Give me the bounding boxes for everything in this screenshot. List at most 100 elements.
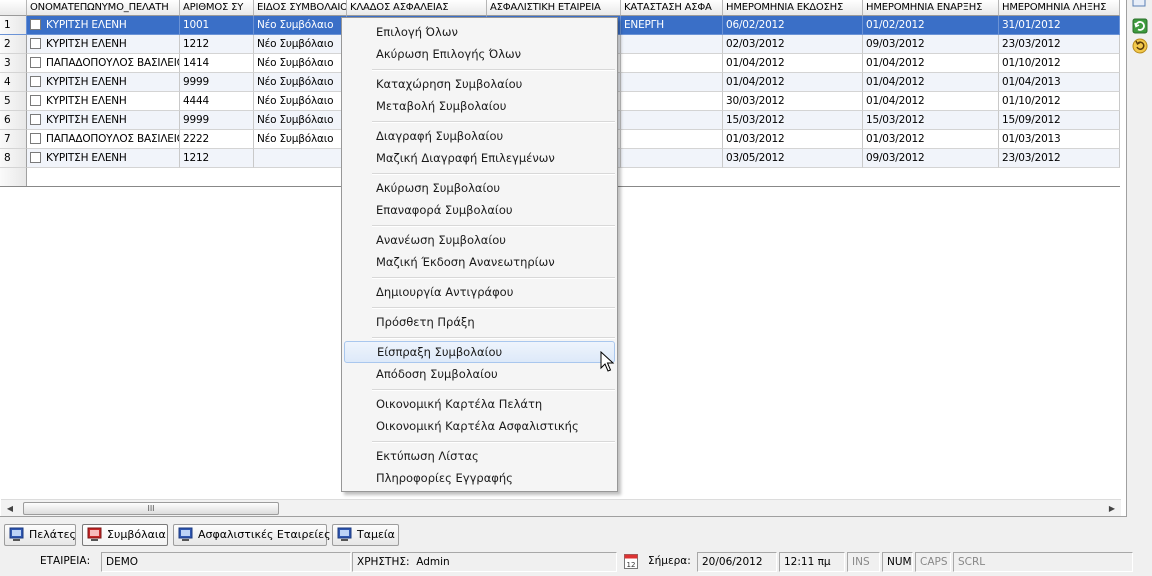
status-cell[interactable]: ΕΝΕΡΓΗ [621,16,723,35]
menu-item-collect-contract[interactable]: Είσπραξη Συμβολαίου [344,341,615,363]
client-cell[interactable]: ΠΑΠΑΔΟΠΟΥΛΟΣ ΒΑΣΙΛΕΙΟΣ [27,130,180,149]
row-number[interactable]: 8 [0,149,27,168]
client-cell[interactable]: ΚΥΡΙΤΣΗ ΕΛΕΝΗ [27,16,180,35]
horizontal-scrollbar[interactable]: ◀ III ▶ [1,499,1121,516]
row-checkbox[interactable] [30,75,41,87]
status-cell[interactable] [621,149,723,168]
column-header-status[interactable]: ΚΑΤΑΣΤΑΣΗ ΑΣΦΑ [621,0,723,16]
column-header-issue-date[interactable]: ΗΜΕΡΟΜΗΝΙΑ ΕΚΔΟΣΗΣ [723,0,863,16]
start-date-cell[interactable]: 15/03/2012 [863,111,999,130]
end-date-cell[interactable]: 01/10/2012 [999,54,1120,73]
tab-clients[interactable]: Πελάτες [4,524,76,546]
type-cell[interactable]: Νέο Συμβόλαιο [254,16,347,35]
row-checkbox[interactable] [30,18,41,30]
type-cell[interactable]: Νέο Συμβόλαιο [254,35,347,54]
row-checkbox[interactable] [30,151,41,163]
number-cell[interactable]: 9999 [180,73,254,92]
issue-date-cell[interactable]: 01/04/2012 [723,73,863,92]
start-date-cell[interactable]: 01/04/2012 [863,92,999,111]
scroll-right-icon[interactable]: ▶ [1105,502,1119,515]
type-cell[interactable]: Νέο Συμβόλαιο [254,54,347,73]
tab-funds[interactable]: Ταμεία [332,524,399,546]
undo-icon[interactable] [1132,38,1148,54]
column-header-end-date[interactable]: ΗΜΕΡΟΜΗΝΙΑ ΛΗΞΗΣ [999,0,1120,16]
column-header-start-date[interactable]: ΗΜΕΡΟΜΗΝΙΑ ΕΝΑΡΞΗΣ [863,0,999,16]
type-cell[interactable]: Νέο Συμβόλαιο [254,73,347,92]
menu-item-insurer-ledger[interactable]: Οικονομική Καρτέλα Ασφαλιστικής [344,415,615,437]
calendar-icon[interactable]: 12 [624,553,638,569]
status-cell[interactable] [621,130,723,149]
row-checkbox[interactable] [30,56,41,68]
end-date-cell[interactable]: 15/09/2012 [999,111,1120,130]
menu-item-edit-contract[interactable]: Μεταβολή Συμβολαίου [344,95,615,117]
menu-item-deselect-all[interactable]: Ακύρωση Επιλογής Όλων [344,43,615,65]
row-number[interactable]: 1 [0,16,27,35]
client-cell[interactable]: ΚΥΡΙΤΣΗ ΕΛΕΝΗ [27,92,180,111]
menu-item-restore-contract[interactable]: Επαναφορά Συμβολαίου [344,199,615,221]
column-header-company[interactable]: ΑΣΦΑΛΙΣΤΙΚΗ ΕΤΑΙΡΕΙΑ [487,0,621,16]
issue-date-cell[interactable]: 30/03/2012 [723,92,863,111]
status-cell[interactable] [621,54,723,73]
start-date-cell[interactable]: 09/03/2012 [863,35,999,54]
row-number[interactable]: 4 [0,73,27,92]
menu-item-renew-contract[interactable]: Ανανέωση Συμβολαίου [344,229,615,251]
status-cell[interactable] [621,35,723,54]
type-cell[interactable]: Νέο Συμβόλαιο [254,130,347,149]
number-cell[interactable]: 1212 [180,149,254,168]
export-icon[interactable] [1132,0,1148,12]
client-cell[interactable]: ΚΥΡΙΤΣΗ ΕΛΕΝΗ [27,73,180,92]
end-date-cell[interactable]: 31/01/2012 [999,16,1120,35]
number-cell[interactable]: 1414 [180,54,254,73]
row-checkbox[interactable] [30,132,41,144]
start-date-cell[interactable]: 01/03/2012 [863,130,999,149]
status-cell[interactable] [621,73,723,92]
tab-insurance-companies[interactable]: Ασφαλιστικές Εταιρείες [173,524,331,546]
type-cell[interactable]: Νέο Συμβόλαιο [254,111,347,130]
menu-item-add-contract[interactable]: Καταχώρηση Συμβολαίου [344,73,615,95]
issue-date-cell[interactable]: 02/03/2012 [723,35,863,54]
menu-item-record-info[interactable]: Πληροφορίες Εγγραφής [344,467,615,489]
issue-date-cell[interactable]: 01/04/2012 [723,54,863,73]
end-date-cell[interactable]: 01/04/2013 [999,73,1120,92]
client-cell[interactable]: ΚΥΡΙΤΣΗ ΕΛΕΝΗ [27,35,180,54]
menu-item-cancel-contract[interactable]: Ακύρωση Συμβολαίου [344,177,615,199]
refresh-icon[interactable] [1132,18,1148,34]
issue-date-cell[interactable]: 03/05/2012 [723,149,863,168]
start-date-cell[interactable]: 01/04/2012 [863,73,999,92]
scrollbar-thumb[interactable]: III [23,502,279,515]
issue-date-cell[interactable]: 06/02/2012 [723,16,863,35]
menu-item-print-list[interactable]: Εκτύπωση Λίστας [344,445,615,467]
status-cell[interactable] [621,111,723,130]
row-number[interactable]: 6 [0,111,27,130]
row-checkbox[interactable] [30,113,41,125]
number-cell[interactable]: 9999 [180,111,254,130]
status-cell[interactable] [621,92,723,111]
end-date-cell[interactable]: 01/03/2013 [999,130,1120,149]
menu-item-select-all[interactable]: Επιλογή Όλων [344,21,615,43]
number-cell[interactable]: 1212 [180,35,254,54]
menu-item-client-ledger[interactable]: Οικονομική Καρτέλα Πελάτη [344,393,615,415]
type-cell[interactable] [254,149,347,168]
menu-item-bulk-renewals[interactable]: Μαζική Έκδοση Ανανεωτηρίων [344,251,615,273]
end-date-cell[interactable]: 23/03/2012 [999,35,1120,54]
number-cell[interactable]: 1001 [180,16,254,35]
menu-item-additional-act[interactable]: Πρόσθετη Πράξη [344,311,615,333]
row-checkbox[interactable] [30,37,41,49]
menu-item-bulk-delete[interactable]: Μαζική Διαγραφή Επιλεγμένων [344,147,615,169]
type-cell[interactable]: Νέο Συμβόλαιο [254,92,347,111]
issue-date-cell[interactable]: 01/03/2012 [723,130,863,149]
number-cell[interactable]: 4444 [180,92,254,111]
row-number[interactable]: 3 [0,54,27,73]
column-header-rownum[interactable] [0,0,27,16]
client-cell[interactable]: ΚΥΡΙΤΣΗ ΕΛΕΝΗ [27,111,180,130]
menu-item-create-copy[interactable]: Δημιουργία Αντιγράφου [344,281,615,303]
start-date-cell[interactable]: 01/02/2012 [863,16,999,35]
column-header-number[interactable]: ΑΡΙΘΜΟΣ ΣΥ [180,0,254,16]
start-date-cell[interactable]: 09/03/2012 [863,149,999,168]
row-number[interactable]: 2 [0,35,27,54]
tab-contracts[interactable]: Συμβόλαια [82,524,168,546]
menu-item-delete-contract[interactable]: Διαγραφή Συμβολαίου [344,125,615,147]
start-date-cell[interactable]: 01/04/2012 [863,54,999,73]
column-header-client[interactable]: ΟΝΟΜΑΤΕΠΩΝΥΜΟ_ΠΕΛΑΤΗ [27,0,180,16]
row-checkbox[interactable] [30,94,41,106]
